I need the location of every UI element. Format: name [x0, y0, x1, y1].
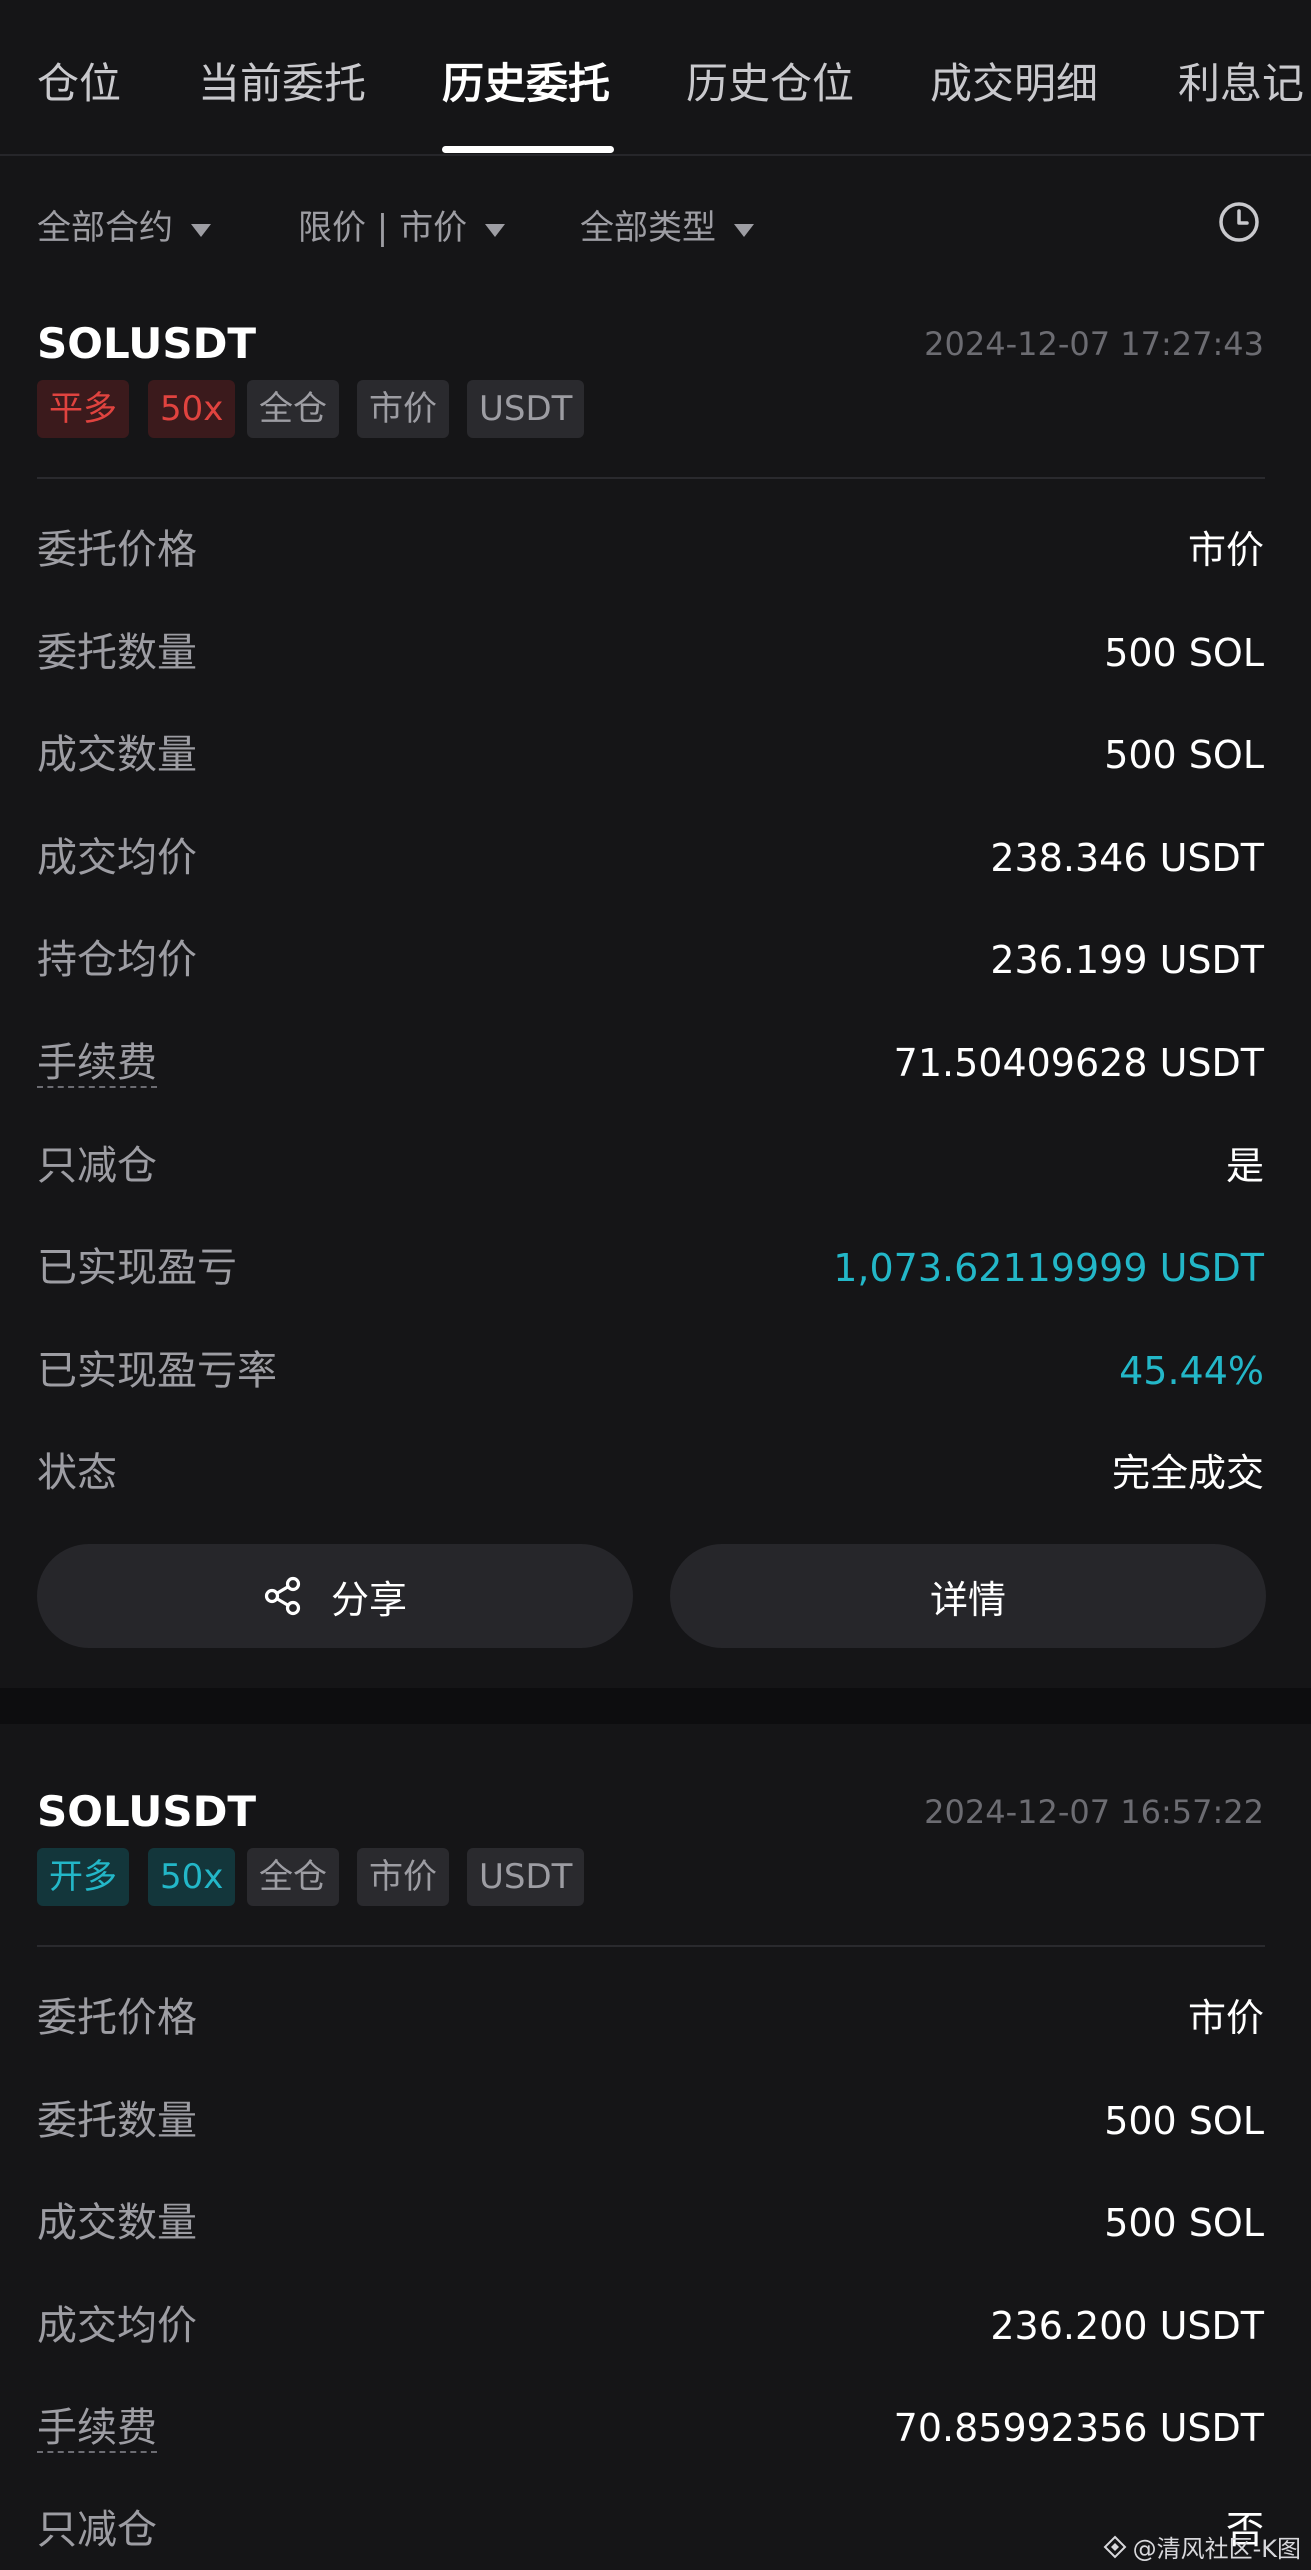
detail-row-fee: 手续费 70.85992356 USDT: [0, 2398, 1311, 2458]
row-value: 市价: [1187, 1996, 1264, 2040]
section-separator: [0, 1688, 1311, 1724]
row-label: 成交数量: [37, 732, 197, 778]
side-tag: 平多: [37, 380, 129, 438]
row-value: 500 SOL: [1104, 733, 1264, 777]
row-label: 只减仓: [37, 1143, 157, 1189]
row-label: 成交均价: [37, 835, 197, 881]
tab-open-orders[interactable]: 当前委托: [198, 58, 366, 110]
detail-row-fee: 手续费 71.50409628 USDT: [0, 1033, 1311, 1093]
order-tabs: 仓位 当前委托 历史委托 历史仓位 成交明细 利息记: [0, 0, 1311, 156]
margin-mode-tag: 全仓: [247, 380, 339, 438]
row-label: 状态: [37, 1450, 117, 1496]
detail-row-order-qty: 委托数量 500 SOL: [0, 2091, 1311, 2151]
contract-filter[interactable]: 全部合约: [37, 204, 211, 252]
detail-row-filled-qty: 成交数量 500 SOL: [0, 725, 1311, 785]
detail-row-realized-pnl-rate: 已实现盈亏率 45.44%: [0, 1341, 1311, 1401]
row-value: 238.346 USDT: [990, 836, 1264, 880]
details-button-label: 详情: [929, 1577, 1006, 1622]
row-label: 成交数量: [37, 2200, 197, 2246]
row-label: 成交均价: [37, 2303, 197, 2349]
tab-position-history[interactable]: 历史仓位: [686, 58, 854, 110]
leverage-tag: 50x: [148, 380, 236, 438]
diamond-logo-icon: [1103, 2535, 1127, 2558]
watermark: @清风社区-K图: [1103, 2529, 1301, 2564]
fee-label-tooltip[interactable]: 手续费: [37, 2398, 157, 2458]
row-label: 已实现盈亏率: [37, 1348, 277, 1394]
margin-mode-tag: 全仓: [247, 1848, 339, 1906]
divider: [37, 477, 1265, 479]
order-time: 2024-12-07 16:57:22: [924, 1793, 1264, 1831]
leverage-tag: 50x: [148, 1848, 236, 1906]
order-card: SOLUSDT 2024-12-07 17:27:43 平多 50x 全仓 市价…: [0, 310, 1311, 1680]
clock-icon[interactable]: [1218, 201, 1260, 243]
order-time: 2024-12-07 17:27:43: [924, 325, 1264, 363]
share-button-label: 分享: [330, 1577, 407, 1622]
row-value: 70.85992356 USDT: [893, 2406, 1264, 2450]
detail-row-order-price: 委托价格 市价: [0, 520, 1311, 580]
share-button[interactable]: 分享: [37, 1544, 633, 1648]
price-type-filter[interactable]: 限价 | 市价: [298, 204, 506, 252]
tab-interest-records[interactable]: 利息记: [1178, 58, 1304, 110]
row-label: 委托价格: [37, 1995, 197, 2041]
order-type-filter[interactable]: 全部类型: [580, 204, 754, 252]
detail-row-status: 状态 完全成交: [0, 1443, 1311, 1503]
price-type-filter-label: 限价 | 市价: [298, 208, 468, 248]
fee-label-tooltip[interactable]: 手续费: [37, 1033, 157, 1093]
detail-row-filled-qty: 成交数量 500 SOL: [0, 2193, 1311, 2253]
contract-filter-label: 全部合约: [37, 208, 173, 248]
realized-pnl-rate-value: 45.44%: [1119, 1349, 1264, 1393]
row-value: 完全成交: [1111, 1451, 1264, 1495]
settle-currency-tag: USDT: [467, 1848, 585, 1906]
detail-row-realized-pnl: 已实现盈亏 1,073.62119999 USDT: [0, 1238, 1311, 1298]
detail-row-avg-entry-price: 持仓均价 236.199 USDT: [0, 930, 1311, 990]
detail-row-order-qty: 委托数量 500 SOL: [0, 623, 1311, 683]
tab-order-history[interactable]: 历史委托: [442, 58, 610, 110]
row-value: 500 SOL: [1104, 2201, 1264, 2245]
order-kind-tag: 市价: [357, 380, 449, 438]
row-label: 已实现盈亏: [37, 1245, 237, 1291]
row-value: 236.199 USDT: [990, 938, 1264, 982]
realized-pnl-value: 1,073.62119999 USDT: [833, 1246, 1264, 1290]
detail-row-avg-fill-price: 成交均价 238.346 USDT: [0, 828, 1311, 888]
settle-currency-tag: USDT: [467, 380, 585, 438]
watermark-text: @清风社区-K图: [1132, 2535, 1301, 2563]
caret-down-icon: [734, 223, 754, 237]
detail-row-avg-fill-price: 成交均价 236.200 USDT: [0, 2296, 1311, 2356]
row-value: 市价: [1187, 528, 1264, 572]
order-symbol: SOLUSDT: [37, 319, 257, 368]
share-icon: [264, 1576, 301, 1616]
active-tab-indicator: [442, 146, 614, 153]
side-tag: 开多: [37, 1848, 129, 1906]
row-value: 500 SOL: [1104, 631, 1264, 675]
order-symbol: SOLUSDT: [37, 1787, 257, 1836]
order-type-filter-label: 全部类型: [580, 208, 716, 248]
caret-down-icon: [485, 223, 506, 237]
detail-row-order-price: 委托价格 市价: [0, 1988, 1311, 2048]
row-label: 持仓均价: [37, 937, 197, 983]
row-value: 500 SOL: [1104, 2099, 1264, 2143]
detail-row-reduce-only: 只减仓 是: [0, 1136, 1311, 1196]
divider: [37, 1945, 1265, 1947]
order-kind-tag: 市价: [357, 1848, 449, 1906]
row-value: 236.200 USDT: [990, 2304, 1264, 2348]
row-label: 委托数量: [37, 2098, 197, 2144]
caret-down-icon: [191, 223, 211, 237]
row-label: 只减仓: [37, 2507, 157, 2553]
row-label: 委托数量: [37, 630, 197, 676]
tab-trade-details[interactable]: 成交明细: [930, 58, 1098, 110]
details-button[interactable]: 详情: [670, 1544, 1266, 1648]
row-value: 71.50409628 USDT: [893, 1041, 1264, 1085]
order-card: SOLUSDT 2024-12-07 16:57:22 开多 50x 全仓 市价…: [0, 1778, 1311, 2570]
row-label: 委托价格: [37, 527, 197, 573]
tab-positions[interactable]: 仓位: [37, 58, 121, 110]
row-value: 是: [1225, 1144, 1264, 1188]
